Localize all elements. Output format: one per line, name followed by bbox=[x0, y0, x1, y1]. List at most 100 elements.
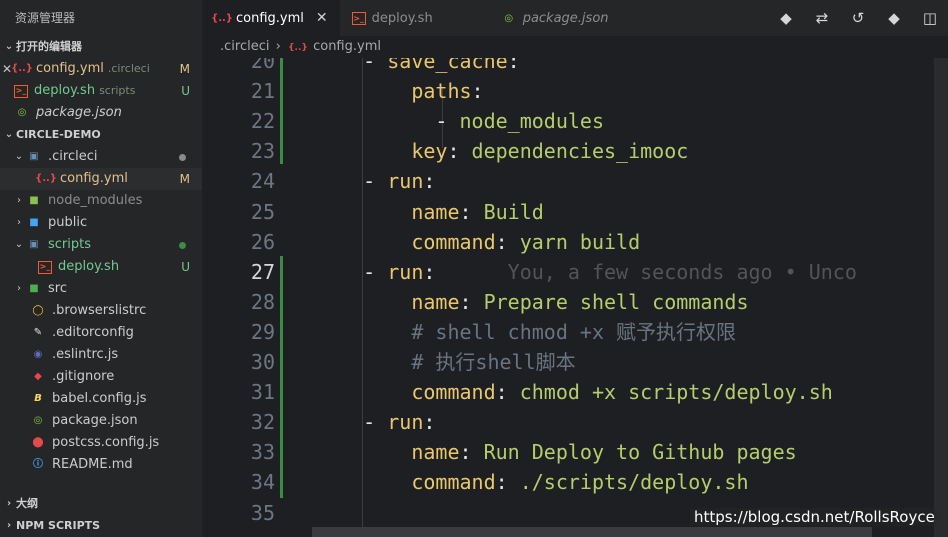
line-number: 30 bbox=[250, 350, 275, 374]
tree-item-label: .editorconfig bbox=[52, 325, 134, 340]
open-editor-item[interactable]: ✕ {..} config.yml .circleci M bbox=[0, 58, 202, 80]
line-number: 34 bbox=[250, 470, 275, 495]
untracked-dot bbox=[179, 241, 186, 249]
tab-package-json[interactable]: ◎ package.json bbox=[489, 0, 621, 36]
tree-item-label: scripts bbox=[48, 237, 91, 252]
git-icon: ◆ bbox=[34, 371, 42, 382]
open-editor-name: config.yml bbox=[36, 61, 104, 76]
minimap[interactable] bbox=[934, 58, 948, 537]
code-line[interactable]: 32 - run: bbox=[202, 407, 948, 437]
line-code: command: chmod +x scripts/deploy.sh bbox=[411, 380, 833, 405]
tab-label: deploy.sh bbox=[371, 10, 433, 26]
code-editor[interactable]: 20 - save_cache: 21 paths: 22 - node_modul… bbox=[202, 58, 948, 537]
tree-file[interactable]: ◯ .browserslistrc bbox=[0, 300, 202, 322]
line-number: 21 bbox=[250, 79, 275, 104]
git-status-badge: U bbox=[181, 260, 190, 274]
outline-header[interactable]: › 大纲 bbox=[0, 493, 202, 515]
line-number: 31 bbox=[250, 380, 275, 405]
line-code: - run: bbox=[315, 410, 436, 435]
code-line[interactable]: 23 key: dependencies_imooc bbox=[202, 136, 948, 166]
tree-file[interactable]: ✎ .editorconfig bbox=[0, 322, 202, 344]
open-editor-item[interactable]: >_ deploy.sh scripts U bbox=[0, 80, 202, 102]
line-code: key: dependencies_imooc bbox=[411, 139, 689, 164]
open-editor-item[interactable]: ◎ package.json bbox=[0, 102, 202, 124]
line-code: name: Prepare shell commands bbox=[411, 289, 749, 314]
breadcrumb: .circleci › {..} config.yml bbox=[202, 36, 948, 58]
code-line[interactable]: 34 command: ./scripts/deploy.sh bbox=[202, 467, 948, 497]
open-editors-header[interactable]: ⌄ 打开的编辑器 bbox=[0, 36, 202, 58]
code-line[interactable]: 30 # 执行shell脚本 bbox=[202, 347, 948, 377]
split-editor-icon[interactable]: ◫ bbox=[912, 9, 948, 27]
tree-item-label: .circleci bbox=[48, 149, 98, 164]
watermark-url: https://blog.csdn.net/RollsRoyce bbox=[690, 508, 939, 526]
code-line[interactable]: 26 command: yarn build bbox=[202, 227, 948, 257]
code-line[interactable]: 33 name: Run Deploy to Github pages bbox=[202, 437, 948, 467]
code-line[interactable]: 24 - run: bbox=[202, 166, 948, 196]
breadcrumb-file[interactable]: config.yml bbox=[313, 39, 381, 54]
explorer-title: 资源管理器 bbox=[15, 11, 76, 25]
line-code: paths: bbox=[411, 79, 484, 104]
tree-file[interactable]: ◉ .eslintrc.js bbox=[0, 344, 202, 366]
line-code: - run: bbox=[315, 169, 436, 194]
code-line[interactable]: 25 name: Build bbox=[202, 197, 948, 227]
tree-file-deploy-sh[interactable]: >_ deploy.sh U bbox=[0, 256, 202, 278]
info-icon: ⓘ bbox=[33, 459, 43, 470]
npm-scripts-header[interactable]: › NPM SCRIPTS bbox=[0, 515, 202, 537]
project-label: CIRCLE-DEMO bbox=[16, 128, 101, 141]
tab-deploy-sh[interactable]: >_ deploy.sh bbox=[340, 0, 489, 36]
breadcrumb-folder[interactable]: .circleci bbox=[220, 39, 269, 54]
line-code: - node_modules bbox=[315, 109, 604, 134]
git-lens-icon[interactable]: ◆ bbox=[876, 9, 912, 27]
code-line[interactable]: 21 paths: bbox=[202, 76, 948, 106]
outline-label: 大纲 bbox=[16, 497, 38, 510]
open-editor-name: package.json bbox=[36, 105, 122, 120]
open-changes-icon[interactable]: ↺ bbox=[840, 9, 876, 27]
chevron-right-icon: › bbox=[17, 283, 21, 294]
yaml-file-icon: {..} bbox=[211, 12, 233, 24]
tree-folder-node-modules[interactable]: › ■ node_modules bbox=[0, 190, 202, 212]
line-number: 23 bbox=[250, 139, 275, 164]
chevron-down-icon: ⌄ bbox=[4, 129, 14, 140]
line-code: name: Run Deploy to Github pages bbox=[411, 440, 797, 465]
tree-file[interactable]: B babel.config.js bbox=[0, 388, 202, 410]
project-header[interactable]: ⌄ CIRCLE-DEMO bbox=[0, 124, 202, 146]
tree-item-label: public bbox=[48, 215, 88, 230]
chevron-down-icon: ⌄ bbox=[4, 41, 14, 52]
compare-changes-icon[interactable]: ⇄ bbox=[804, 9, 840, 27]
chevron-right-icon: › bbox=[17, 195, 21, 206]
browserslist-icon: ◯ bbox=[32, 305, 44, 316]
tree-file[interactable]: ◎ package.json bbox=[0, 410, 202, 432]
horizontal-scrollbar[interactable] bbox=[312, 527, 872, 537]
chevron-down-icon: ⌄ bbox=[14, 151, 24, 162]
code-line[interactable]: 29 # shell chmod +x 赋予执行权限 bbox=[202, 317, 948, 347]
src-folder-icon: ■ bbox=[29, 283, 39, 294]
tree-file[interactable]: ◆ .gitignore bbox=[0, 366, 202, 388]
tree-folder-scripts[interactable]: ⌄ ▣ scripts bbox=[0, 234, 202, 256]
tree-item-label: .eslintrc.js bbox=[52, 347, 119, 362]
tree-file[interactable]: ⬤ postcss.config.js bbox=[0, 432, 202, 454]
code-line[interactable]: 22 - node_modules bbox=[202, 106, 948, 136]
tree-file[interactable]: ⓘ README.md bbox=[0, 454, 202, 476]
tree-folder-public[interactable]: › ■ public bbox=[0, 212, 202, 234]
line-number: 27 bbox=[250, 259, 275, 284]
git-commit-icon[interactable]: ◆ bbox=[768, 9, 804, 27]
code-line[interactable]: 27 - run: You, a few seconds ago • Unco bbox=[202, 257, 948, 287]
line-number: 32 bbox=[250, 410, 275, 435]
shell-file-icon: >_ bbox=[14, 84, 28, 98]
chevron-right-icon: › bbox=[6, 498, 12, 509]
tree-file-config-yml[interactable]: {..} config.yml M bbox=[0, 168, 202, 190]
tree-folder-circleci[interactable]: ⌄ ▣ .circleci bbox=[0, 146, 202, 168]
code-line[interactable]: 28 name: Prepare shell commands bbox=[202, 287, 948, 317]
tree-item-label: node_modules bbox=[48, 193, 143, 208]
line-number: 33 bbox=[250, 440, 275, 465]
close-icon[interactable]: ✕ bbox=[316, 10, 328, 26]
tree-item-label: postcss.config.js bbox=[52, 435, 160, 450]
explorer-sidebar: 资源管理器 ⌄ 打开的编辑器 ✕ {..} config.yml .circle… bbox=[0, 0, 202, 537]
tree-folder-src[interactable]: › ■ src bbox=[0, 278, 202, 300]
tab-config-yml[interactable]: {..} config.yml ✕ bbox=[202, 0, 340, 36]
code-line[interactable]: 31 command: chmod +x scripts/deploy.sh bbox=[202, 377, 948, 407]
tree-item-label: deploy.sh bbox=[58, 259, 120, 274]
scripts-folder-icon: ▣ bbox=[29, 239, 39, 250]
babel-icon: B bbox=[34, 393, 42, 404]
code-line[interactable]: 20 - save_cache: bbox=[202, 58, 948, 76]
